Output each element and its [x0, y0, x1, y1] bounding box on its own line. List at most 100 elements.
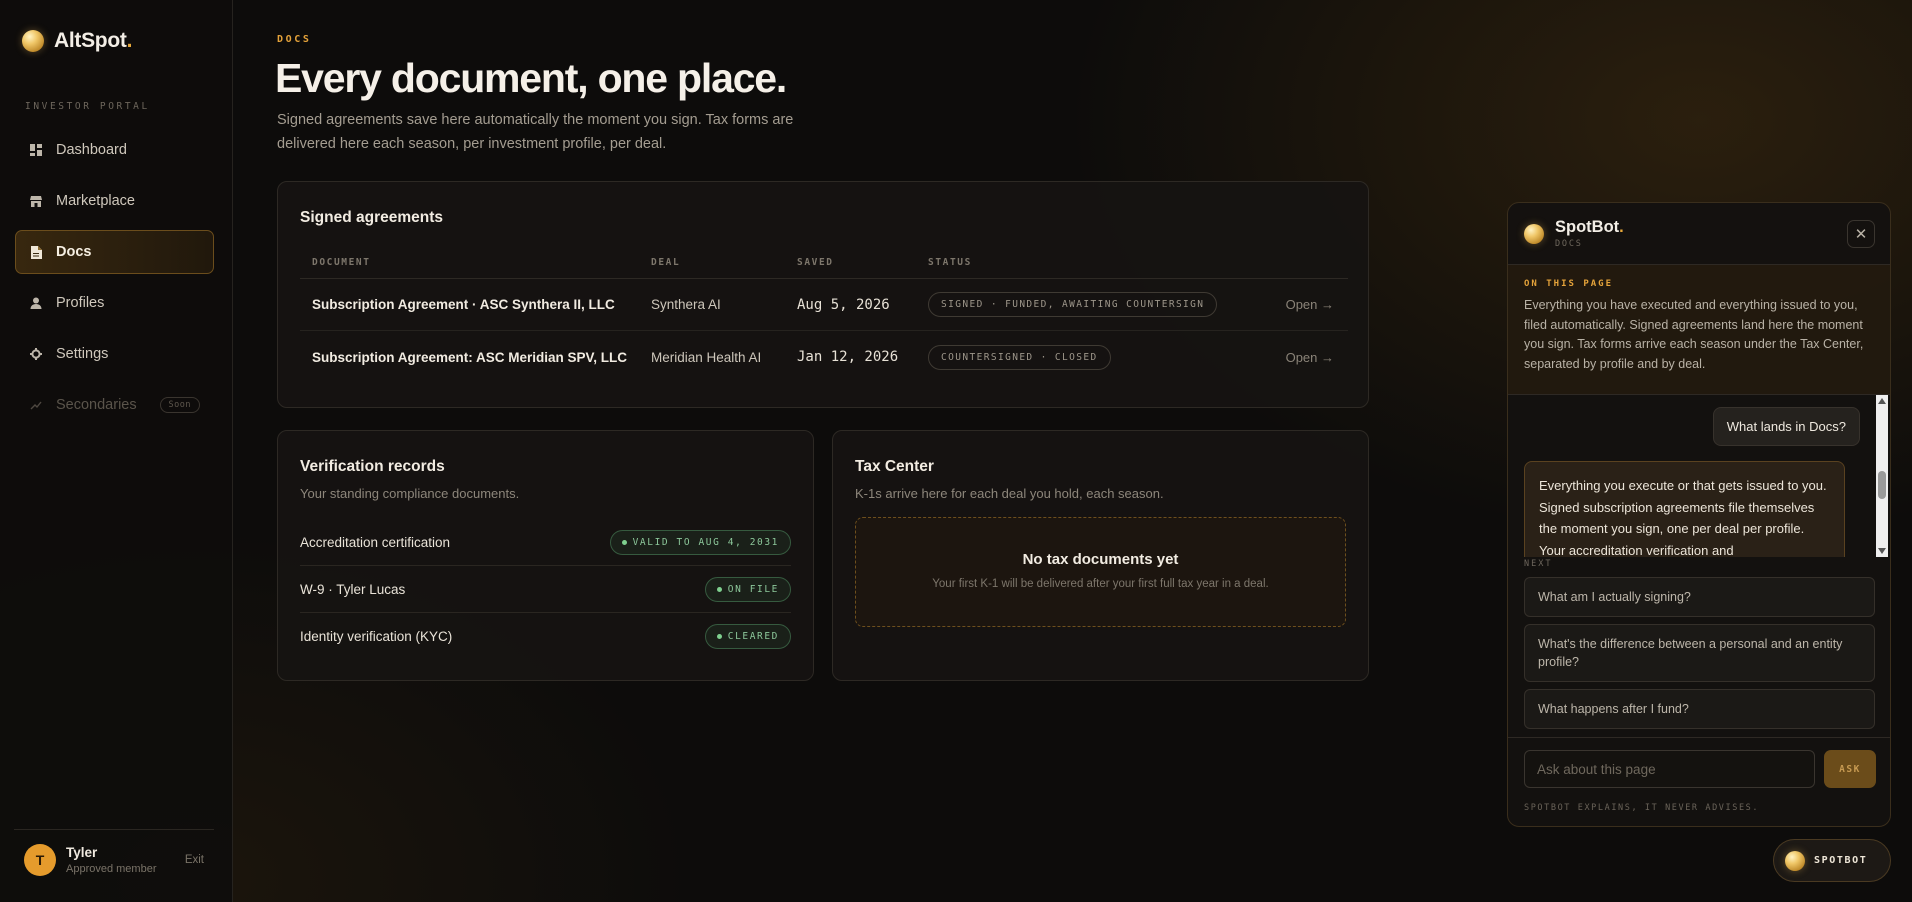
chat-input-row: ASK	[1508, 737, 1890, 788]
tax-empty-state: No tax documents yet Your first K-1 will…	[855, 517, 1346, 627]
brand-name: AltSpot.	[54, 29, 133, 52]
sidebar-item-dashboard[interactable]: Dashboard	[15, 128, 214, 172]
document-name: Subscription Agreement · ASC Synthera II…	[312, 297, 615, 312]
table-row[interactable]: Subscription Agreement · ASC Synthera II…	[300, 279, 1348, 331]
page-eyebrow: DOCS	[277, 34, 312, 45]
scrollbar-thumb[interactable]	[1878, 471, 1886, 499]
list-item[interactable]: W-9 · Tyler Lucas ON FILE	[300, 566, 791, 613]
column-header-status: STATUS	[928, 257, 972, 268]
on-this-page-text: Everything you have executed and everyth…	[1524, 298, 1864, 371]
status-dot-icon	[716, 586, 722, 592]
agreements-table: DOCUMENT DEAL SAVED STATUS Subscription …	[300, 247, 1348, 383]
status-cell: SIGNED · FUNDED, AWAITING COUNTERSIGN	[928, 292, 1268, 317]
suggestion-button[interactable]: What am I actually signing?	[1524, 577, 1875, 617]
user-role: Approved member	[66, 862, 157, 875]
suggestion-list: What am I actually signing? What's the d…	[1524, 577, 1875, 736]
column-header-document: DOCUMENT	[312, 257, 371, 268]
close-icon: ✕	[1854, 226, 1868, 243]
action-cell: Open →	[1268, 297, 1348, 312]
verification-label: Accreditation certification	[300, 534, 451, 550]
card-title: Verification records	[300, 458, 445, 475]
card-title: Signed agreements	[300, 209, 443, 226]
soon-badge: Soon	[159, 397, 200, 413]
sidebar-item-label: Dashboard	[56, 142, 127, 158]
sidebar-nav: Dashboard Marketplace Docs Profiles Sett…	[15, 128, 214, 434]
person-icon	[29, 296, 43, 310]
grid-icon	[29, 143, 43, 157]
sidebar-item-settings[interactable]: Settings	[15, 332, 214, 376]
sidebar-item-docs[interactable]: Docs	[15, 230, 214, 274]
open-document-link[interactable]: Open →	[1286, 297, 1334, 312]
verification-list: Accreditation certification VALID TO AUG…	[300, 519, 791, 660]
sidebar-item-label: Docs	[56, 244, 92, 260]
verification-label: Identity verification (KYC)	[300, 629, 453, 644]
page-subtitle: Signed agreements save here automaticall…	[277, 112, 794, 152]
verification-label: W-9 · Tyler Lucas	[300, 581, 406, 597]
orb-logo-icon	[22, 30, 44, 52]
scroll-down-icon[interactable]	[1878, 548, 1886, 554]
open-document-link[interactable]: Open →	[1286, 350, 1334, 365]
document-icon	[29, 245, 43, 259]
spotbot-context: DOCS	[1555, 239, 1583, 249]
sidebar-item-label: Secondaries	[56, 397, 137, 413]
orb-logo-icon	[1785, 850, 1805, 871]
signed-agreements-card: Signed agreements DOCUMENT DEAL SAVED ST…	[277, 181, 1369, 408]
card-subtitle: K-1s arrive here for each deal you hold,…	[855, 486, 1164, 501]
spotbot-header: SpotBot. DOCS ✕	[1508, 203, 1890, 265]
chat-messages[interactable]: What lands in Docs? Everything you execu…	[1508, 395, 1890, 557]
table-header: DOCUMENT DEAL SAVED STATUS	[300, 247, 1348, 279]
sidebar-item-label: Marketplace	[56, 193, 135, 209]
chat-input[interactable]	[1524, 750, 1815, 788]
status-badge: ON FILE	[704, 576, 791, 602]
sidebar-item-profiles[interactable]: Profiles	[15, 281, 214, 325]
list-item[interactable]: Identity verification (KYC) CLEARED	[300, 613, 791, 660]
gear-icon	[29, 347, 43, 361]
empty-state-title: No tax documents yet	[1022, 551, 1179, 568]
document-name: Subscription Agreement: ASC Meridian SPV…	[312, 349, 628, 365]
status-badge: CLEARED	[704, 624, 791, 649]
spotbot-toggle-label: SPOTBOT	[1814, 855, 1868, 866]
on-this-page-label: ON THIS PAGE	[1524, 279, 1614, 289]
deal-name: Synthera AI	[651, 297, 721, 312]
saved-date: Aug 5, 2026	[797, 296, 890, 313]
status-cell: COUNTERSIGNED · CLOSED	[928, 344, 1268, 370]
spotbot-panel: SpotBot. DOCS ✕ ON THIS PAGE Everything …	[1507, 202, 1891, 827]
ask-button[interactable]: ASK	[1824, 750, 1876, 788]
spotbot-toggle-button[interactable]: SPOTBOT	[1773, 839, 1891, 882]
table-row[interactable]: Subscription Agreement: ASC Meridian SPV…	[300, 331, 1348, 383]
status-badge: COUNTERSIGNED · CLOSED	[928, 344, 1111, 370]
sidebar-item-label: Settings	[56, 346, 109, 362]
status-dot-icon	[716, 634, 722, 639]
orb-logo-icon	[1524, 223, 1544, 244]
scroll-up-icon[interactable]	[1878, 398, 1886, 404]
status-badge: SIGNED · FUNDED, AWAITING COUNTERSIGN	[928, 292, 1218, 317]
suggestion-button[interactable]: What's the difference between a personal…	[1524, 624, 1875, 682]
column-header-saved: SAVED	[797, 257, 834, 268]
exit-link[interactable]: Exit	[185, 854, 204, 866]
column-header-deal: DEAL	[651, 257, 681, 268]
disclaimer: SPOTBOT EXPLAINS, IT NEVER ADVISES.	[1524, 803, 1760, 813]
bot-message: Everything you execute or that gets issu…	[1524, 461, 1845, 557]
action-cell: Open →	[1268, 350, 1348, 365]
status-dot-icon	[621, 539, 627, 545]
page-title: Every document, one place.	[275, 55, 787, 101]
list-item[interactable]: Accreditation certification VALID TO AUG…	[300, 519, 791, 566]
card-subtitle: Your standing compliance documents.	[300, 486, 520, 501]
sidebar-item-marketplace[interactable]: Marketplace	[15, 179, 214, 223]
empty-state-subtitle: Your first K-1 will be delivered after y…	[932, 578, 1269, 590]
user-message: What lands in Docs?	[1712, 407, 1860, 446]
sidebar-item-secondaries: Secondaries Soon	[15, 383, 214, 427]
verification-records-card: Verification records Your standing compl…	[277, 430, 814, 681]
on-this-page-section: ON THIS PAGE Everything you have execute…	[1508, 265, 1890, 395]
deal-name: Meridian Health AI	[651, 349, 762, 365]
trend-icon	[29, 398, 43, 412]
suggestion-button[interactable]: What happens after I fund?	[1524, 689, 1875, 729]
sidebar: AltSpot. INVESTOR PORTAL Dashboard Marke…	[0, 0, 233, 902]
sidebar-item-label: Profiles	[56, 295, 105, 311]
avatar[interactable]: T	[24, 843, 56, 876]
close-button[interactable]: ✕	[1847, 220, 1875, 248]
store-icon	[29, 194, 43, 208]
brand-logo[interactable]: AltSpot.	[22, 29, 132, 53]
portal-section-label: INVESTOR PORTAL	[25, 101, 150, 112]
chat-scrollbar[interactable]	[1876, 395, 1888, 557]
